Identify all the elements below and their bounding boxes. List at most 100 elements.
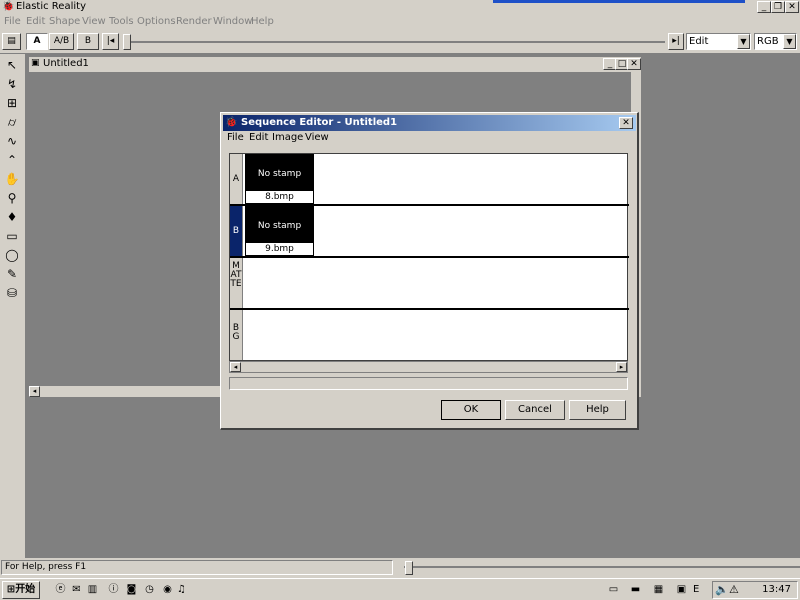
brush-icon[interactable]: ✎	[3, 265, 21, 283]
ie-icon[interactable]: ⓔ	[54, 583, 67, 596]
paint-bucket-icon[interactable]: ⛁	[3, 284, 21, 302]
folder-tray-icon[interactable]: ▭	[607, 583, 620, 596]
doc-close-button[interactable]: ✕	[627, 58, 641, 70]
menu-bar: File Edit Shape View Tools Options Rende…	[0, 14, 800, 30]
grid-deform-icon[interactable]: ⊞	[3, 94, 21, 112]
timeline-slider-knob[interactable]	[123, 34, 131, 50]
app-tray-icon[interactable]: ▣	[675, 583, 688, 596]
node-edit-icon[interactable]: ⌃	[3, 151, 21, 169]
app-logo-icon: 🐞	[2, 1, 15, 12]
rectangle-icon[interactable]: ▭	[3, 227, 21, 245]
track-label-bg[interactable]: BG	[230, 310, 243, 360]
sequence-editor-dialog: 🐞 Sequence Editor - Untitled1 ✕ File Edi…	[220, 112, 639, 430]
track-divider	[230, 256, 629, 258]
volume-icon[interactable]: 🔈	[715, 583, 729, 596]
scroll-right-icon[interactable]: ▸	[616, 362, 627, 372]
drive-icon[interactable]: ▬	[629, 583, 642, 596]
app-title-bar: 🐞 Elastic Reality _ ❐ ✕	[0, 0, 800, 14]
start-label: 开始	[15, 584, 36, 595]
status-slider-knob[interactable]	[405, 561, 413, 575]
language-indicator[interactable]: E	[693, 584, 699, 595]
go-end-icon[interactable]: ▸|	[668, 33, 684, 50]
scroll-left-icon[interactable]: ◂	[230, 362, 241, 372]
dialog-menu-image[interactable]: Image	[272, 132, 303, 143]
chevron-down-icon[interactable]: ▼	[737, 34, 750, 49]
document-icon: ▣	[31, 58, 40, 68]
arrow-select-icon[interactable]: ↖	[3, 56, 21, 74]
dialog-horizontal-scrollbar[interactable]: ◂ ▸	[229, 361, 628, 373]
cancel-button[interactable]: Cancel	[505, 400, 565, 420]
taskbar: ⊞开始 ⓔ ✉ ▥ ⓘ ◙ ◷ ◉ ♫ ▭ ▬ ▦ ▣ 🔈 ⚠ E 13:47	[0, 578, 800, 600]
player-icon[interactable]: ◉	[161, 583, 174, 596]
close-button[interactable]: ✕	[785, 1, 799, 13]
track-label-b[interactable]: B	[230, 206, 243, 256]
minimize-button[interactable]: _	[757, 1, 771, 13]
scroll-left-icon[interactable]: ◂	[29, 386, 40, 397]
windows-logo-icon: ⊞	[6, 584, 16, 595]
thumbnail-stamp: No stamp	[257, 169, 302, 179]
info-icon[interactable]: ⓘ	[107, 583, 120, 596]
start-button[interactable]: ⊞开始	[2, 581, 40, 599]
dialog-menu-file[interactable]: File	[227, 132, 244, 143]
film-strip-icon[interactable]: ▤	[2, 33, 21, 50]
status-bar: For Help, press F1	[0, 558, 800, 578]
dialog-close-button[interactable]: ✕	[619, 117, 633, 129]
tool-palette: ↖ ↯ ⊞ ⌭ ∿ ⌃ ✋ ⚲ ♦ ▭ ◯ ✎ ⛁	[0, 54, 25, 558]
thumbnail-filename: 8.bmp	[246, 191, 313, 203]
wave-icon[interactable]: ∿	[3, 132, 21, 150]
chevron-down-icon[interactable]: ▼	[783, 34, 796, 49]
track-label-a[interactable]: A	[230, 154, 243, 204]
warning-icon[interactable]: ⚠	[729, 583, 739, 596]
menu-help[interactable]: Help	[251, 16, 274, 27]
restore-button[interactable]: ❐	[771, 1, 785, 13]
menu-view[interactable]: View	[82, 16, 106, 27]
system-tray: 🔈 ⚠ E 13:47	[693, 581, 798, 599]
status-slider-track	[404, 566, 800, 568]
dropper-icon[interactable]: ♦	[3, 208, 21, 226]
toolbar-b-button[interactable]: B	[77, 33, 99, 50]
toolbar-a-button[interactable]: A	[26, 33, 48, 50]
clock: 13:47	[762, 584, 791, 595]
track-b-thumbnail[interactable]: No stamp 9.bmp	[245, 206, 314, 256]
status-text: For Help, press F1	[1, 560, 393, 575]
document-title: Untitled1	[43, 58, 89, 69]
thumbnail-stamp: No stamp	[257, 221, 302, 231]
dialog-menu-edit[interactable]: Edit	[249, 132, 268, 143]
ok-button[interactable]: OK	[441, 400, 501, 420]
pen-curve-icon[interactable]: ↯	[3, 75, 21, 93]
dialog-title-bar: 🐞 Sequence Editor - Untitled1 ✕	[223, 115, 636, 131]
cylinder-icon[interactable]: ⌭	[3, 113, 21, 131]
media-icon[interactable]: ◙	[125, 583, 138, 596]
color-select-value: RGB	[757, 36, 779, 47]
clock-app-icon[interactable]: ◷	[143, 583, 156, 596]
menu-tools[interactable]: Tools	[109, 16, 134, 27]
dialog-logo-icon: 🐞	[225, 117, 238, 128]
go-start-icon[interactable]: |◂	[102, 33, 119, 50]
folder-icon[interactable]: ▥	[86, 583, 99, 596]
network-icon[interactable]: ▦	[652, 583, 665, 596]
toolbar-ab-button[interactable]: A/B	[49, 33, 74, 50]
color-select[interactable]: RGB ▼	[754, 33, 797, 50]
menu-render[interactable]: Render	[176, 16, 212, 27]
dialog-menu-view[interactable]: View	[305, 132, 329, 143]
toolbar: ▤ A A/B B |◂ ▸| Edit ▼ RGB ▼	[0, 30, 800, 54]
dialog-title: Sequence Editor - Untitled1	[241, 117, 398, 128]
outlook-icon[interactable]: ✉	[70, 583, 83, 596]
track-divider	[230, 308, 629, 310]
track-list: A No stamp 8.bmp B No stamp 9.bmp MATTE …	[229, 153, 629, 361]
magnifier-icon[interactable]: ⚲	[3, 189, 21, 207]
timeline-track	[127, 41, 665, 43]
menu-window[interactable]: Window	[213, 16, 252, 27]
menu-options[interactable]: Options	[137, 16, 176, 27]
help-button[interactable]: Help	[569, 400, 626, 420]
track-a-thumbnail[interactable]: No stamp 8.bmp	[245, 154, 314, 204]
music-icon[interactable]: ♫	[175, 583, 188, 596]
hand-icon[interactable]: ✋	[3, 170, 21, 188]
app-title: Elastic Reality	[16, 1, 86, 12]
track-label-matte[interactable]: MATTE	[230, 258, 243, 308]
menu-file[interactable]: File	[4, 16, 21, 27]
mode-select[interactable]: Edit ▼	[686, 33, 751, 50]
ellipse-icon[interactable]: ◯	[3, 246, 21, 264]
menu-shape[interactable]: Shape	[49, 16, 80, 27]
menu-edit[interactable]: Edit	[26, 16, 45, 27]
